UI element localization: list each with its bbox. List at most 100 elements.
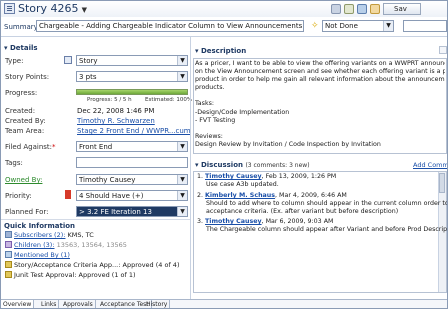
users-icon — [5, 231, 12, 238]
comment-item: 3. Timothy Causey, Mar 6, 2009, 9:03 AM T… — [197, 218, 447, 234]
description-line: on the View Announcement screen and see … — [195, 68, 445, 76]
chevron-down-icon[interactable]: ▼ — [177, 56, 187, 65]
save-button[interactable]: Sav — [383, 3, 421, 15]
children-link[interactable]: Children (3): — [14, 241, 55, 249]
priority-select[interactable]: 4 Should Have (+) ▼ — [76, 190, 188, 201]
story-type-icon — [64, 56, 72, 64]
children-row[interactable]: Children (3): 13563, 13564, 13565 — [5, 241, 127, 249]
subscribers-row[interactable]: Subscribers (2): KMS, TC — [5, 231, 94, 239]
story-icon — [4, 3, 15, 14]
acceptance-row[interactable]: Story/Acceptance Criteria App...: Approv… — [5, 261, 179, 269]
summary-input[interactable]: Chargeable - Adding Chargeable Indicator… — [36, 20, 304, 32]
description-heading[interactable]: ▾ Description — [195, 47, 246, 55]
team-area-link[interactable]: Stage 2 Front End / WWPR...cum — [77, 127, 191, 135]
progress-label: Progress: — [5, 89, 38, 97]
description-line: Design Review by Invitation / Code Inspe… — [195, 140, 381, 148]
owned-by-label[interactable]: Owned By: — [5, 176, 42, 184]
subscribers-link[interactable]: Subscribers (2): — [14, 231, 65, 239]
user-icon[interactable] — [357, 4, 367, 14]
filed-against-label-text: Filed Against: — [5, 143, 53, 151]
description-line: products. — [195, 84, 225, 92]
description-text[interactable]: As a pricer, I want to be able to view t… — [195, 60, 445, 153]
description-heading-text: Description — [200, 47, 247, 55]
type-select[interactable]: Story ▼ — [76, 55, 188, 66]
discussion-heading-text: Discussion — [200, 161, 243, 169]
status-select-value: Not Done — [325, 22, 358, 30]
comment-item: 1. Timothy Causey, Feb 13, 2009, 1:26 PM… — [197, 173, 336, 189]
editor-tabs: Overview Links Approvals Acceptance Test His… — [1, 299, 447, 308]
link-icon[interactable] — [344, 4, 354, 14]
comment-header: 3. Timothy Causey, Mar 6, 2009, 9:03 AM — [197, 218, 447, 226]
filed-against-value: Front End — [79, 143, 113, 151]
comment-text: Should to add where to column should app… — [206, 199, 448, 207]
priority-value: 4 Should Have (+) — [79, 192, 144, 200]
junit-text[interactable]: Junit Test Approval: Approved (1 of 1) — [14, 271, 136, 279]
comment-date: , Mar 4, 2009, 6:46 AM — [275, 192, 347, 199]
comment-author-link[interactable]: Timothy Causey — [205, 218, 262, 225]
chevron-down-icon[interactable]: ▼ — [177, 142, 187, 151]
description-line: Tasks: — [195, 100, 214, 108]
tab-overview[interactable]: Overview — [1, 300, 35, 308]
planned-for-label: Planned For: — [5, 208, 49, 216]
chevron-down-icon[interactable]: ▼ — [177, 175, 187, 184]
resolution-field[interactable] — [403, 20, 447, 32]
created-label: Created: — [5, 107, 36, 115]
comment-author-link[interactable]: Kimberly M. Schaus — [205, 192, 275, 199]
type-select-value: Story — [79, 57, 98, 65]
discussion-heading[interactable]: ▾ Discussion (3 comments: 3 new) — [195, 161, 310, 169]
priority-label: Priority: — [5, 192, 32, 200]
children-icon — [5, 241, 12, 248]
refresh-icon[interactable] — [331, 4, 341, 14]
created-by-link[interactable]: Timothy R. Schwarzen — [77, 117, 155, 125]
details-heading[interactable]: ▾ Details — [4, 44, 38, 52]
details-heading-text: Details — [9, 44, 38, 52]
filed-against-select[interactable]: Front End ▼ — [76, 141, 188, 152]
owned-by-value: Timothy Causey — [79, 176, 136, 184]
description-line: - FVT Testing — [195, 116, 236, 124]
title-text: Story 4265 — [18, 2, 79, 15]
quick-info-heading: Quick Information — [4, 222, 76, 230]
add-comment-link[interactable]: Add Comme — [413, 161, 447, 169]
edit-icon[interactable] — [370, 4, 380, 14]
description-line — [195, 125, 445, 133]
description-line — [195, 92, 445, 100]
expand-icon[interactable] — [439, 46, 447, 54]
panel-separator — [190, 37, 191, 299]
chevron-down-icon[interactable]: ▼ — [177, 191, 187, 200]
mentioned-link[interactable]: Mentioned By (1) — [14, 251, 70, 259]
progress-text: Progress: 5 / 5 h — [87, 97, 132, 103]
tab-approvals[interactable]: Approvals — [61, 300, 96, 308]
divider — [1, 219, 190, 220]
comment-number: 1. — [197, 173, 206, 180]
scrollbar-thumb[interactable] — [439, 173, 445, 193]
tab-history[interactable]: History — [144, 300, 171, 308]
tags-input[interactable] — [76, 157, 188, 168]
work-item-title[interactable]: Story 4265 ▼ — [18, 2, 87, 15]
story-points-select[interactable]: 3 pts ▼ — [76, 71, 188, 82]
junit-row[interactable]: Junit Test Approval: Approved (1 of 1) — [5, 271, 136, 279]
filed-against-label: Filed Against:* — [5, 143, 56, 151]
planned-for-select[interactable]: > 3.2 FE Iteration 13 ▼ — [76, 206, 188, 217]
owned-by-select[interactable]: Timothy Causey ▼ — [76, 174, 188, 185]
save-label: Sav — [394, 5, 407, 13]
acceptance-text[interactable]: Story/Acceptance Criteria App...: Approv… — [14, 261, 179, 269]
approval-icon — [5, 271, 12, 278]
chevron-down-icon[interactable]: ▼ — [177, 72, 187, 81]
children-ids[interactable]: 13563, 13564, 13565 — [57, 241, 127, 249]
status-select[interactable]: Not Done ▼ — [322, 20, 394, 32]
comment-number: 2. — [197, 192, 206, 199]
mentioned-row[interactable]: Mentioned By (1) — [5, 251, 70, 259]
progress-bar — [76, 89, 188, 95]
comment-text: acceptance criteria. (Ex. after variant … — [206, 207, 399, 215]
chevron-down-icon[interactable]: ▼ — [177, 207, 187, 216]
chevron-down-icon[interactable]: ▼ — [383, 21, 393, 31]
chevron-down-icon[interactable]: ▼ — [82, 6, 87, 14]
priority-flag-icon — [65, 190, 71, 199]
team-area-label: Team Area: — [5, 127, 45, 135]
comment-date: , Feb 13, 2009, 1:26 PM — [261, 173, 337, 180]
comment-header: 2. Kimberly M. Schaus, Mar 4, 2009, 6:46… — [197, 192, 447, 200]
created-value: Dec 22, 2008 1:46 PM — [77, 107, 155, 115]
created-by-label: Created By: — [5, 117, 46, 125]
tab-links[interactable]: Links — [39, 300, 60, 308]
comment-author-link[interactable]: Timothy Causey — [205, 173, 262, 180]
